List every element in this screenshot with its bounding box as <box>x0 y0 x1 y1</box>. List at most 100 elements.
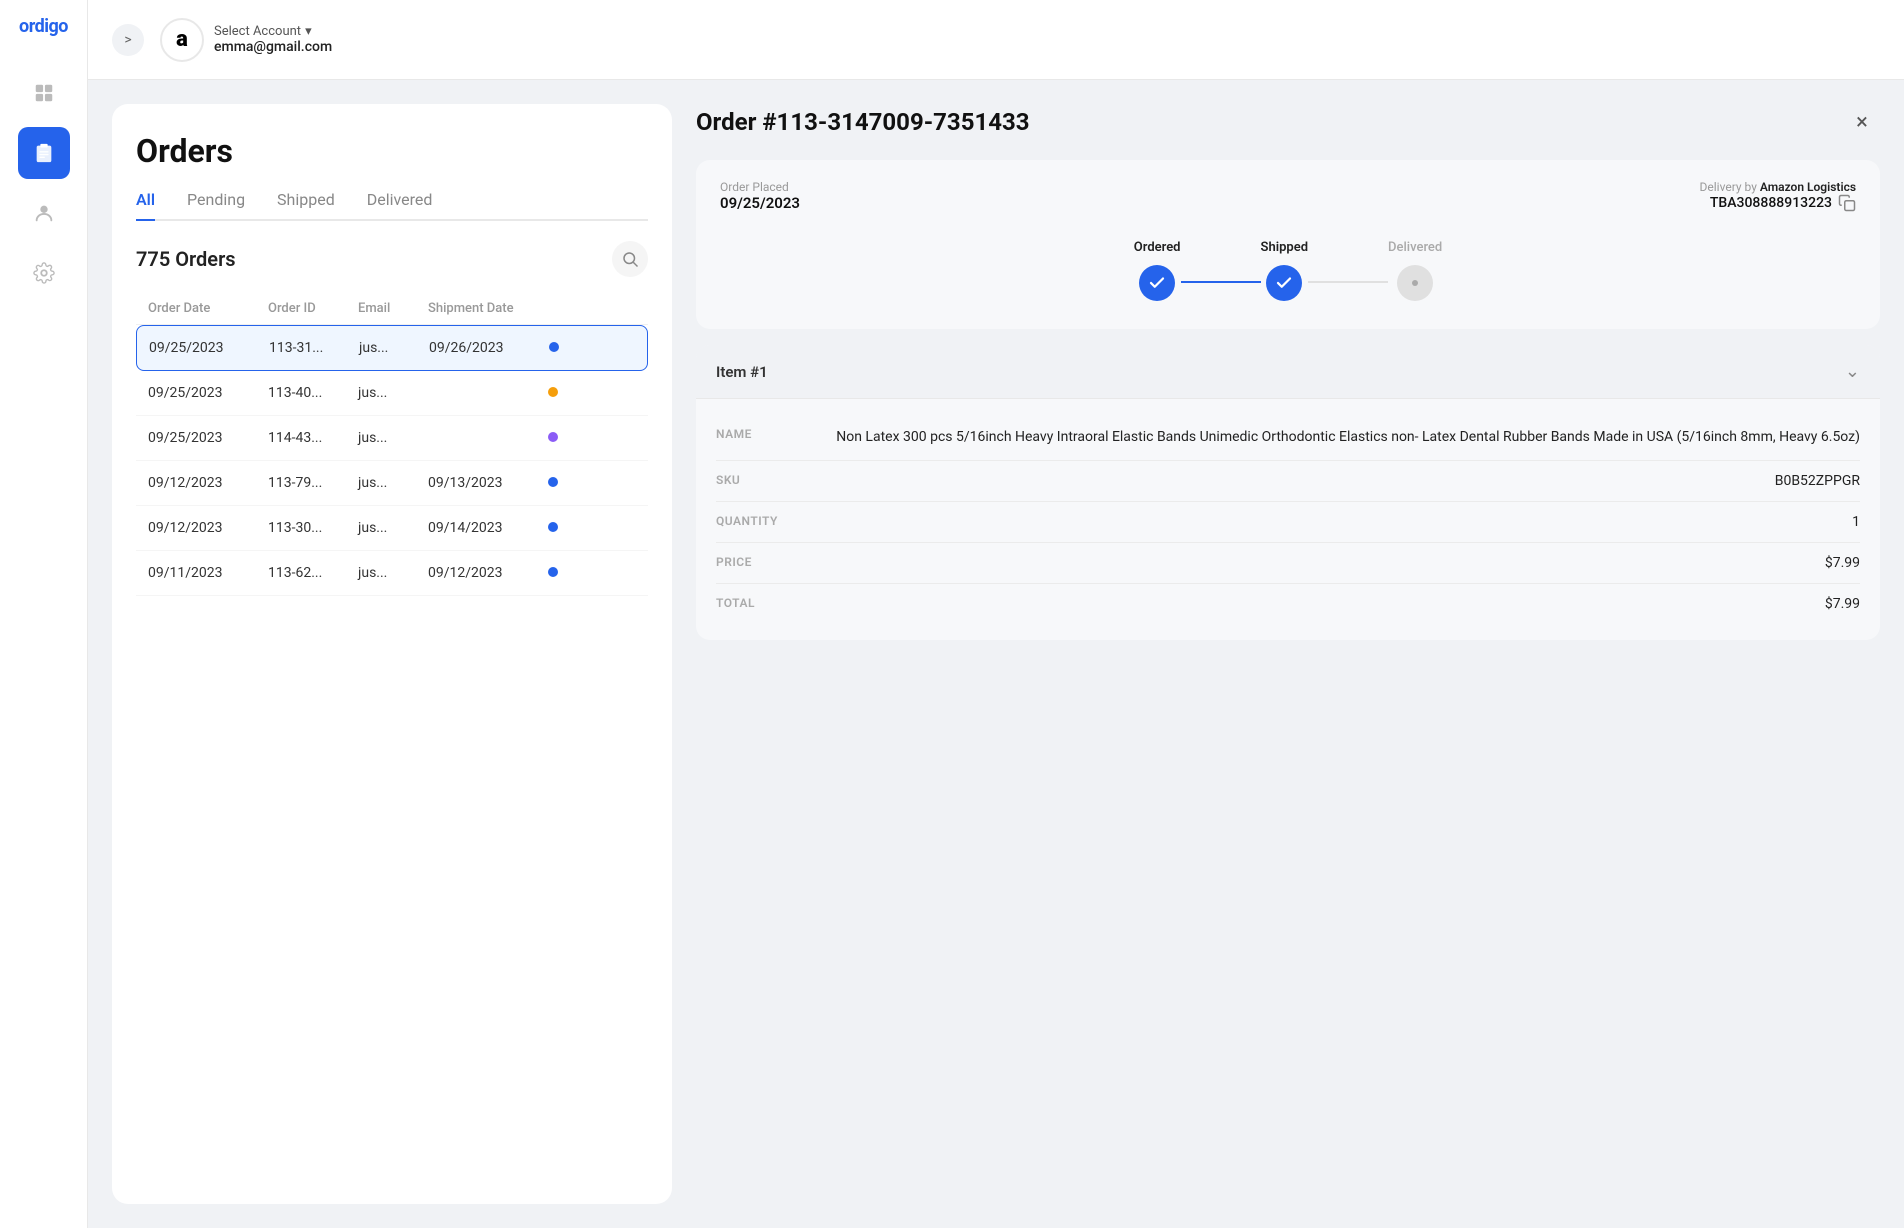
tab-delivered[interactable]: Delivered <box>367 190 433 219</box>
row-status <box>549 340 589 356</box>
chevron-down-icon: ▾ <box>305 24 312 39</box>
row-email: jus... <box>359 340 429 356</box>
sidebar-item-profile[interactable] <box>18 187 70 239</box>
item-sku-value: B0B52ZPPGR <box>812 473 1860 489</box>
item-details: NAME Non Latex 300 pcs 5/16inch Heavy In… <box>696 399 1880 640</box>
order-number: Order #113-3147009-7351433 <box>696 108 1030 136</box>
row-email: jus... <box>358 430 428 446</box>
sidebar-item-dashboard[interactable] <box>18 67 70 119</box>
order-detail-header: Order #113-3147009-7351433 × <box>696 104 1880 160</box>
row-status <box>548 520 588 536</box>
row-shipment-date: 09/26/2023 <box>429 340 549 356</box>
order-detail-panel: Order #113-3147009-7351433 × Order Place… <box>696 104 1880 1204</box>
row-email: jus... <box>358 565 428 581</box>
row-order-date: 09/25/2023 <box>149 340 269 356</box>
collapse-icon: > <box>124 32 131 48</box>
item-price-row: PRICE $7.99 <box>716 543 1860 584</box>
delivery-by-label: Delivery by Amazon Logistics <box>1700 180 1856 194</box>
select-account-dropdown[interactable]: Select Account ▾ <box>214 24 332 39</box>
delivery-tracking: TBA308888913223 <box>1700 194 1856 212</box>
col-shipment-date: Shipment Date <box>428 301 548 316</box>
item-name-label: NAME <box>716 427 796 441</box>
orders-title: Orders <box>136 132 648 170</box>
step-delivered-circle <box>1397 265 1433 301</box>
col-order-date: Order Date <box>148 301 268 316</box>
delivery-carrier: Amazon Logistics <box>1760 180 1856 194</box>
close-button[interactable]: × <box>1844 104 1880 140</box>
sidebar-logo: ordigo <box>19 16 68 37</box>
table-row[interactable]: 09/25/2023 113-31... jus... 09/26/2023 <box>136 325 648 371</box>
collapse-button[interactable]: > <box>112 24 144 56</box>
tab-shipped[interactable]: Shipped <box>277 190 335 219</box>
step-shipped-label: Shipped <box>1261 240 1309 255</box>
item-card-header: Item #1 ⌄ <box>696 345 1880 399</box>
col-status <box>548 301 588 316</box>
table-row[interactable]: 09/25/2023 114-43... jus... <box>136 416 648 461</box>
col-email: Email <box>358 301 428 316</box>
header: > a Select Account ▾ emma@gmail.com <box>88 0 1904 80</box>
progress-line-1 <box>1181 281 1261 283</box>
sidebar: ordigo <box>0 0 88 1228</box>
row-email: jus... <box>358 475 428 491</box>
item-price-label: PRICE <box>716 555 796 569</box>
account-info: Select Account ▾ emma@gmail.com <box>214 24 332 55</box>
row-order-date: 09/12/2023 <box>148 475 268 491</box>
table-row[interactable]: 09/12/2023 113-79... jus... 09/13/2023 <box>136 461 648 506</box>
row-order-id: 113-40... <box>268 385 358 401</box>
row-shipment-date: 09/12/2023 <box>428 565 548 581</box>
order-placed-date: 09/25/2023 <box>720 194 800 212</box>
row-order-id: 113-62... <box>268 565 358 581</box>
orders-table: 09/25/2023 113-31... jus... 09/26/2023 0… <box>136 325 648 596</box>
progress-tracker: Ordered Shipped <box>720 220 1856 309</box>
item-collapse-button[interactable]: ⌄ <box>1845 361 1860 382</box>
item-price-value: $7.99 <box>812 555 1860 571</box>
step-shipped-circle <box>1266 265 1302 301</box>
sidebar-item-orders[interactable] <box>18 127 70 179</box>
search-button[interactable] <box>612 241 648 277</box>
item-sku-label: SKU <box>716 473 796 487</box>
step-ordered-circle <box>1139 265 1175 301</box>
row-order-date: 09/25/2023 <box>148 430 268 446</box>
item-total-value: $7.99 <box>812 596 1860 612</box>
row-order-id: 114-43... <box>268 430 358 446</box>
item-name-value: Non Latex 300 pcs 5/16inch Heavy Intraor… <box>812 427 1860 448</box>
row-email: jus... <box>358 385 428 401</box>
item-quantity-row: QUANTITY 1 <box>716 502 1860 543</box>
order-placed-section: Order Placed 09/25/2023 <box>720 180 800 212</box>
sidebar-item-settings[interactable] <box>18 247 70 299</box>
step-ordered-label: Ordered <box>1134 240 1181 255</box>
account-selector[interactable]: a Select Account ▾ emma@gmail.com <box>160 18 332 62</box>
table-row[interactable]: 09/25/2023 113-40... jus... <box>136 371 648 416</box>
row-order-id: 113-79... <box>268 475 358 491</box>
progress-step-ordered: Ordered <box>1134 240 1181 301</box>
progress-step-shipped: Shipped <box>1261 240 1309 301</box>
row-status <box>548 475 588 491</box>
table-row[interactable]: 09/11/2023 113-62... jus... 09/12/2023 <box>136 551 648 596</box>
row-status <box>548 430 588 446</box>
row-shipment-date: 09/13/2023 <box>428 475 548 491</box>
item-quantity-label: QUANTITY <box>716 514 796 528</box>
copy-icon[interactable] <box>1838 194 1856 212</box>
delivery-section: Delivery by Amazon Logistics TBA30888891… <box>1700 180 1856 212</box>
item-total-label: TOTAL <box>716 596 796 610</box>
orders-count-row: 775 Orders <box>136 241 648 277</box>
tab-pending[interactable]: Pending <box>187 190 245 219</box>
order-meta-row: Order Placed 09/25/2023 Delivery by Amaz… <box>720 180 1856 212</box>
select-account-label: Select Account <box>214 24 301 39</box>
tabs: All Pending Shipped Delivered <box>136 190 648 221</box>
row-order-date: 09/25/2023 <box>148 385 268 401</box>
item-quantity-value: 1 <box>812 514 1860 530</box>
progress-line-2 <box>1308 281 1388 283</box>
row-order-date: 09/12/2023 <box>148 520 268 536</box>
order-placed-label: Order Placed <box>720 180 800 194</box>
row-order-id: 113-31... <box>269 340 359 356</box>
table-row[interactable]: 09/12/2023 113-30... jus... 09/14/2023 <box>136 506 648 551</box>
progress-step-delivered: Delivered <box>1388 240 1442 301</box>
item-name-row: NAME Non Latex 300 pcs 5/16inch Heavy In… <box>716 415 1860 461</box>
row-shipment-date: 09/14/2023 <box>428 520 548 536</box>
row-status <box>548 565 588 581</box>
step-delivered-label: Delivered <box>1388 240 1442 255</box>
tab-all[interactable]: All <box>136 190 155 219</box>
col-order-id: Order ID <box>268 301 358 316</box>
item-sku-row: SKU B0B52ZPPGR <box>716 461 1860 502</box>
